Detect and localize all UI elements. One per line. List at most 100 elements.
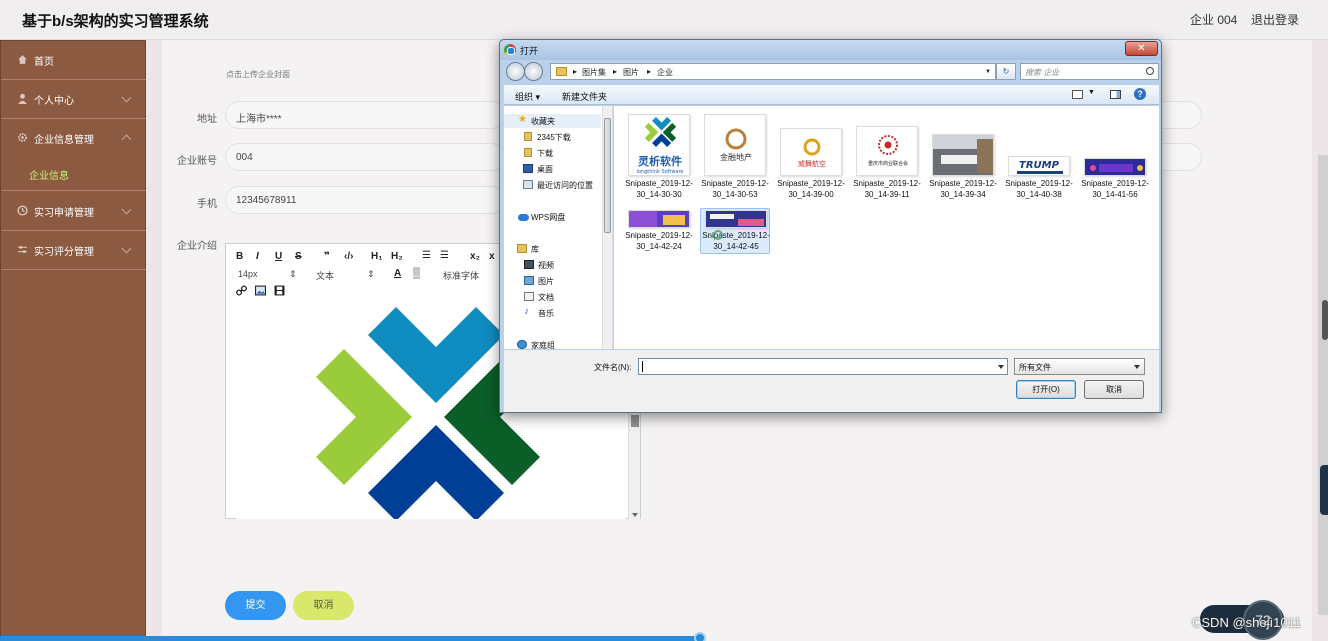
current-user[interactable]: 企业 004 xyxy=(1190,11,1237,28)
file-thumbnail xyxy=(628,210,690,228)
address-field[interactable]: 上海市**** xyxy=(225,101,505,129)
nav-scroll-thumb[interactable] xyxy=(604,118,611,233)
side-widget[interactable] xyxy=(1320,465,1328,515)
filename-input[interactable] xyxy=(638,358,1008,375)
h1-button[interactable]: H₁ xyxy=(371,251,382,262)
file-item[interactable]: 重庆市商业联合会 Snipaste_2019-12-30_14-39-11 xyxy=(852,114,922,224)
preview-pane-icon[interactable] xyxy=(1110,90,1121,99)
file-open-dialog: 打开 ✕ ▸ 图片集 ▸ 图片 ▸ 企业 ▼ ↻ 搜索 企业 组织 ▾ 新建文件… xyxy=(499,39,1162,413)
lingxi-logo-subtext: longthink Software xyxy=(636,169,683,175)
file-name: Snipaste_2019-12-30_14-30-53 xyxy=(701,179,769,199)
file-type-dropdown-icon xyxy=(1134,365,1140,369)
forward-button[interactable] xyxy=(524,62,543,81)
nav-libraries[interactable]: 库 xyxy=(504,242,601,256)
file-type-select[interactable]: 所有文件 xyxy=(1014,358,1145,375)
sidebar-item-applications[interactable]: 实习申请管理 xyxy=(1,192,147,231)
jinrong-logo-text: 金融地产 xyxy=(720,152,752,162)
sidebar-item-scores[interactable]: 实习评分管理 xyxy=(1,231,147,270)
nav-pictures[interactable]: 图片 xyxy=(504,274,601,288)
command-bar: 组织 ▾ 新建文件夹 ▼ ? xyxy=(504,85,1159,105)
cover-upload-hint[interactable]: 点击上传企业封面 xyxy=(226,69,290,80)
search-input[interactable]: 搜索 企业 xyxy=(1020,63,1159,80)
link-icon[interactable] xyxy=(236,285,247,296)
italic-button[interactable]: I xyxy=(256,251,259,262)
page-scrollbar[interactable] xyxy=(1318,155,1328,615)
nav-downloads[interactable]: 下载 xyxy=(504,146,601,160)
file-item[interactable]: Snipaste_2019-12-30_14-42-24 xyxy=(624,210,694,254)
bold-button[interactable]: B xyxy=(236,251,243,262)
subscript-button[interactable]: x₂ xyxy=(470,251,480,262)
dialog-titlebar[interactable]: 打开 ✕ xyxy=(500,40,1161,60)
nav-desktop[interactable]: 桌面 xyxy=(504,162,601,176)
blockquote-button[interactable]: ❞ xyxy=(324,251,330,262)
phone-field[interactable]: 12345678911 xyxy=(225,186,505,214)
text-type-select[interactable]: 文本 xyxy=(316,269,334,282)
nav-favorites[interactable]: ★ 收藏夹 xyxy=(504,114,601,128)
dialog-title: 打开 xyxy=(520,46,539,56)
breadcrumb-separator-icon: ▸ xyxy=(573,67,578,76)
strikethrough-button[interactable]: S xyxy=(295,251,302,262)
breadcrumb-item[interactable]: 图片集 xyxy=(582,67,606,78)
nav-2345-downloads[interactable]: 2345下载 xyxy=(504,130,601,144)
open-button[interactable]: 打开(O) xyxy=(1016,380,1076,399)
organize-button[interactable]: 组织 ▾ xyxy=(515,90,540,103)
file-item[interactable]: Snipaste_2019-12-30_14-39-34 xyxy=(928,114,998,224)
refresh-button[interactable]: ↻ xyxy=(996,63,1016,80)
file-item-selected[interactable]: Snipaste_2019-12-30_14-42-45 xyxy=(700,208,770,254)
text-caret xyxy=(642,361,643,372)
address-bar[interactable]: ▸ 图片集 ▸ 图片 ▸ 企业 ▼ xyxy=(550,63,996,80)
ordered-list-icon[interactable]: ☰ xyxy=(422,250,431,261)
account-field[interactable]: 004 xyxy=(225,143,505,171)
nav-documents[interactable]: 文档 xyxy=(504,290,601,304)
filename-dropdown-icon[interactable] xyxy=(998,365,1004,369)
file-item[interactable]: TRUMP Snipaste_2019-12-30_14-40-38 xyxy=(1004,114,1074,224)
nav-music[interactable]: ♪ 音乐 xyxy=(504,306,601,320)
file-item[interactable]: 灵析软件 longthink Software Snipaste_2019-12… xyxy=(624,114,694,224)
font-size-select[interactable]: 14px xyxy=(238,269,258,279)
video-icon[interactable] xyxy=(274,285,285,296)
h2-button[interactable]: H₂ xyxy=(391,251,403,262)
help-icon[interactable]: ? xyxy=(1134,88,1146,100)
nav-label: 图片 xyxy=(538,277,554,286)
submit-button[interactable]: 提交 xyxy=(225,591,286,620)
nav-wps-cloud[interactable]: WPS网盘 xyxy=(504,210,601,224)
logout-link[interactable]: 退出登录 xyxy=(1251,11,1299,28)
video-progress-bar[interactable] xyxy=(0,636,700,641)
close-button[interactable]: ✕ xyxy=(1125,41,1158,56)
file-list: 灵析软件 longthink Software Snipaste_2019-12… xyxy=(614,106,1159,349)
image-icon[interactable] xyxy=(255,285,266,296)
superscript-button[interactable]: x xyxy=(489,251,495,262)
back-button[interactable] xyxy=(506,62,525,81)
breadcrumb-item[interactable]: 企业 xyxy=(657,67,673,78)
address-dropdown-icon[interactable]: ▼ xyxy=(985,69,991,75)
file-name: Snipaste_2019-12-30_14-39-00 xyxy=(777,179,845,199)
view-options-icon[interactable] xyxy=(1072,90,1083,99)
progress-handle[interactable] xyxy=(694,632,706,641)
sidebar-item-home[interactable]: 首页 xyxy=(1,41,147,80)
breadcrumb-item[interactable]: 图片 xyxy=(623,67,639,78)
sidebar-subitem-company-info[interactable]: 企业信息 xyxy=(1,159,147,191)
nav-videos[interactable]: 视频 xyxy=(504,258,601,272)
watermark: CSDN @shejì1011 xyxy=(1192,615,1302,630)
code-button[interactable]: ‹/› xyxy=(344,251,353,262)
dialog-cancel-button[interactable]: 取消 xyxy=(1084,380,1144,399)
underline-button[interactable]: U xyxy=(275,251,282,262)
page-scroll-thumb[interactable] xyxy=(1322,300,1328,340)
file-item[interactable]: Snipaste_2019-12-30_14-41-56 xyxy=(1080,114,1150,224)
file-thumbnail: 灵析软件 longthink Software xyxy=(628,114,690,176)
sidebar-item-profile[interactable]: 个人中心 xyxy=(1,80,147,119)
font-family-select[interactable]: 标准字体 xyxy=(443,269,479,282)
bullet-list-icon[interactable]: ☰ xyxy=(440,250,449,261)
file-item[interactable]: 威舞航空 Snipaste_2019-12-30_14-39-00 xyxy=(776,114,846,224)
font-color-icon[interactable]: A xyxy=(394,268,401,279)
editor-scroll-thumb[interactable] xyxy=(631,415,639,427)
sidebar-item-company[interactable]: 企业信息管理 xyxy=(1,119,147,158)
background-color-icon[interactable]: ▒ xyxy=(413,268,420,279)
file-name: Snipaste_2019-12-30_14-42-24 xyxy=(625,231,693,251)
view-dropdown-icon[interactable]: ▼ xyxy=(1088,89,1095,96)
nav-recent[interactable]: 最近访问的位置 xyxy=(504,178,601,192)
cancel-button[interactable]: 取消 xyxy=(293,591,354,620)
new-folder-button[interactable]: 新建文件夹 xyxy=(562,90,607,103)
nav-homegroup[interactable]: 家庭组 xyxy=(504,338,601,349)
scroll-down-arrow-icon[interactable] xyxy=(632,513,638,517)
